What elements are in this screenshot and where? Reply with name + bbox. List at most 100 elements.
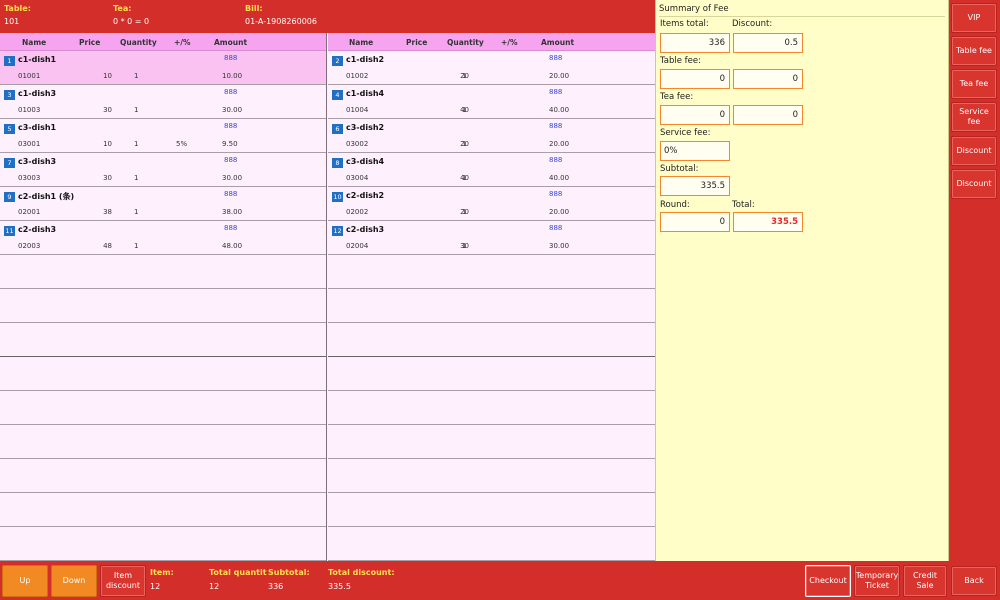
subtotal-label: Subtotal: <box>660 164 699 174</box>
side-button-bar: VIP Table fee Tea fee Service fee Discou… <box>949 0 1000 600</box>
tea-fee-button[interactable]: Tea fee <box>951 69 997 99</box>
dish-amount: 30.00 <box>222 106 243 114</box>
dish-name: c2-dish1 (条) <box>18 192 75 201</box>
credit-sale-button[interactable]: Credit Sale <box>903 565 947 597</box>
order-column-right: Name Price Quantity +/% Amount 2 c1-dish2… <box>328 33 655 561</box>
dish-name: c3-dish3 <box>18 157 57 166</box>
total-quantity-label: Total quantit <box>209 568 267 577</box>
order-row[interactable]: 6 c3-dish2 888 03002 20 1 20.00 <box>328 119 655 153</box>
subtotal-field[interactable]: 335.5 <box>660 176 730 196</box>
dish-amount: 40.00 <box>549 174 570 182</box>
col-name: Name <box>349 38 374 47</box>
tea-value: 0 * 0 = 0 <box>113 17 150 26</box>
order-row[interactable]: 2 c1-dish2 888 01002 20 1 20.00 <box>328 51 655 85</box>
empty-row <box>0 391 326 425</box>
dish-code: 01003 <box>18 106 41 114</box>
dish-quantity: 1 <box>462 242 467 250</box>
tea-fee-field-b[interactable]: 0 <box>733 105 803 125</box>
dish-name: c1-dish2 <box>346 55 385 64</box>
dish-quantity: 1 <box>134 140 139 148</box>
col-price: Price <box>79 38 101 47</box>
dish-name: c2-dish3 <box>346 225 385 234</box>
empty-row <box>328 289 655 323</box>
vip-button[interactable]: VIP <box>951 3 997 33</box>
col-pct: +/% <box>501 38 518 47</box>
empty-row <box>0 323 326 357</box>
order-row[interactable]: 3 c1-dish3 888 01003 30 1 30.00 <box>0 85 326 119</box>
dish-name: c2-dish3 <box>18 225 57 234</box>
row-number: 1 <box>4 56 15 66</box>
down-button[interactable]: Down <box>51 565 97 597</box>
order-row[interactable]: 9 c2-dish1 (条) 888 02001 38 1 38.00 <box>0 187 326 221</box>
back-button[interactable]: Back <box>951 566 997 596</box>
footer-subtotal: Subtotal: 336 <box>268 568 310 591</box>
dish-amount: 30.00 <box>222 174 243 182</box>
empty-row <box>328 527 655 561</box>
dish-amount: 20.00 <box>549 140 570 148</box>
dish-code: 03003 <box>18 174 41 182</box>
dish-tag: 888 <box>549 88 563 96</box>
total-field[interactable]: 335.5 <box>733 212 803 232</box>
order-row[interactable]: 1 c1-dish1 888 01001 10 1 10.00 <box>0 51 326 85</box>
discount-field[interactable]: 0.5 <box>733 33 803 53</box>
order-row[interactable]: 4 c1-dish4 888 01004 40 1 40.00 <box>328 85 655 119</box>
order-row[interactable]: 12 c2-dish3 888 02004 30 1 30.00 <box>328 221 655 255</box>
table-fee-field-a[interactable]: 0 <box>660 69 730 89</box>
dish-code: 02003 <box>18 242 41 250</box>
dish-tag: 888 <box>224 190 238 198</box>
dish-code: 01001 <box>18 72 41 80</box>
service-fee-button[interactable]: Service fee <box>951 102 997 132</box>
total-discount-label: Total discount: <box>328 568 395 577</box>
dish-amount: 9.50 <box>222 140 238 148</box>
dish-price: 48 <box>103 242 112 250</box>
round-field[interactable]: 0 <box>660 212 730 232</box>
discount-button-2[interactable]: Discount <box>951 169 997 199</box>
column-header: Name Price Quantity +/% Amount <box>0 33 326 51</box>
empty-row <box>328 391 655 425</box>
dish-price: 30 <box>103 106 112 114</box>
dish-quantity: 1 <box>462 106 467 114</box>
total-quantity: Total quantit 12 <box>209 568 267 591</box>
discount-button-1[interactable]: Discount <box>951 136 997 166</box>
total-discount: Total discount: 335.5 <box>328 568 395 591</box>
dish-quantity: 1 <box>134 106 139 114</box>
empty-row <box>0 289 326 323</box>
order-row[interactable]: 11 c2-dish3 888 02003 48 1 48.00 <box>0 221 326 255</box>
table-fee-button[interactable]: Table fee <box>951 36 997 66</box>
dish-tag: 888 <box>549 224 563 232</box>
total-quantity-value: 12 <box>209 582 220 591</box>
row-number: 11 <box>4 226 15 236</box>
items-total-field[interactable]: 336 <box>660 33 730 53</box>
tea-fee-field-a[interactable]: 0 <box>660 105 730 125</box>
bill-label: Bill: <box>245 4 263 13</box>
table-label: Table: <box>4 4 31 13</box>
item-discount-button[interactable]: Item discount <box>100 565 146 597</box>
up-button[interactable]: Up <box>2 565 48 597</box>
dish-quantity: 1 <box>462 72 467 80</box>
table-info: Table: 101 <box>4 4 31 28</box>
summary-title: Summary of Fee <box>659 4 945 17</box>
service-fee-pct-field[interactable]: 0% <box>660 141 730 161</box>
dish-amount: 48.00 <box>222 242 243 250</box>
dish-price: 38 <box>103 208 112 216</box>
temporary-ticket-button[interactable]: Temporary Ticket <box>854 565 900 597</box>
order-column-left: Name Price Quantity +/% Amount 1 c1-dish1… <box>0 33 327 561</box>
table-fee-field-b[interactable]: 0 <box>733 69 803 89</box>
empty-row <box>328 493 655 527</box>
row-number: 3 <box>4 90 15 100</box>
order-row[interactable]: 8 c3-dish4 888 03004 40 1 40.00 <box>328 153 655 187</box>
checkout-button[interactable]: Checkout <box>805 565 851 597</box>
empty-row <box>328 425 655 459</box>
empty-row <box>0 493 326 527</box>
bill-info: Bill: 01-A-1908260006 <box>245 4 317 28</box>
dish-quantity: 1 <box>134 242 139 250</box>
discount-label: Discount: <box>732 19 773 29</box>
order-row[interactable]: 5 c3-dish1 888 03001 10 1 5% 9.50 <box>0 119 326 153</box>
item-value: 12 <box>150 582 161 591</box>
dish-name: c2-dish2 <box>346 191 385 200</box>
dish-code: 02001 <box>18 208 41 216</box>
row-number: 10 <box>332 192 343 202</box>
order-row[interactable]: 7 c3-dish3 888 03003 30 1 30.00 <box>0 153 326 187</box>
bottom-bar: Up Down Item discount Item: 12 Total qua… <box>0 561 949 600</box>
order-row[interactable]: 10 c2-dish2 888 02002 20 1 20.00 <box>328 187 655 221</box>
